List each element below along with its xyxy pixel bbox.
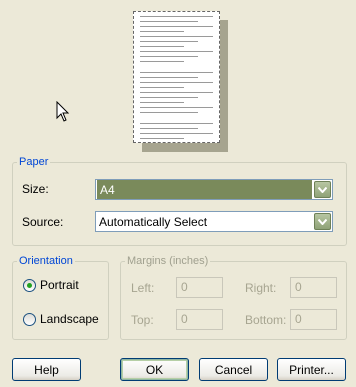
mouse-cursor-icon	[56, 101, 70, 122]
radio-selected-dot	[27, 283, 32, 288]
orientation-group: Orientation	[12, 255, 109, 340]
help-button[interactable]: Help	[12, 358, 81, 381]
landscape-label[interactable]: Landscape	[40, 312, 99, 326]
bottom-margin-input[interactable]: 0	[290, 309, 337, 330]
top-margin-input[interactable]: 0	[176, 309, 223, 330]
paper-group-title: Paper	[19, 156, 49, 168]
size-value: A4	[97, 180, 312, 199]
printer-button[interactable]: Printer...	[277, 358, 346, 381]
cancel-button[interactable]: Cancel	[199, 358, 268, 381]
source-dropdown-arrow-icon[interactable]	[314, 213, 331, 230]
ok-button[interactable]: OK	[120, 358, 189, 381]
portrait-radio[interactable]	[23, 279, 36, 292]
size-label: Size:	[22, 182, 49, 196]
right-margin-label: Right:	[245, 281, 277, 295]
top-margin-label: Top:	[131, 313, 154, 327]
source-dropdown[interactable]: Automatically Select	[95, 211, 333, 232]
portrait-label[interactable]: Portrait	[40, 278, 79, 292]
page-preview	[133, 11, 220, 143]
bottom-margin-label: Bottom:	[245, 313, 287, 327]
source-label: Source:	[22, 215, 64, 229]
paper-group: Paper	[12, 156, 347, 246]
size-dropdown-arrow-icon[interactable]	[314, 181, 331, 198]
landscape-radio[interactable]	[23, 313, 36, 326]
margins-group-title: Margins (inches)	[127, 255, 209, 267]
orientation-group-title: Orientation	[19, 255, 73, 267]
left-margin-label: Left:	[131, 281, 155, 295]
source-value: Automatically Select	[99, 214, 208, 229]
right-margin-input[interactable]: 0	[290, 277, 337, 298]
left-margin-input[interactable]: 0	[176, 277, 223, 298]
size-dropdown[interactable]: A4	[95, 179, 333, 200]
